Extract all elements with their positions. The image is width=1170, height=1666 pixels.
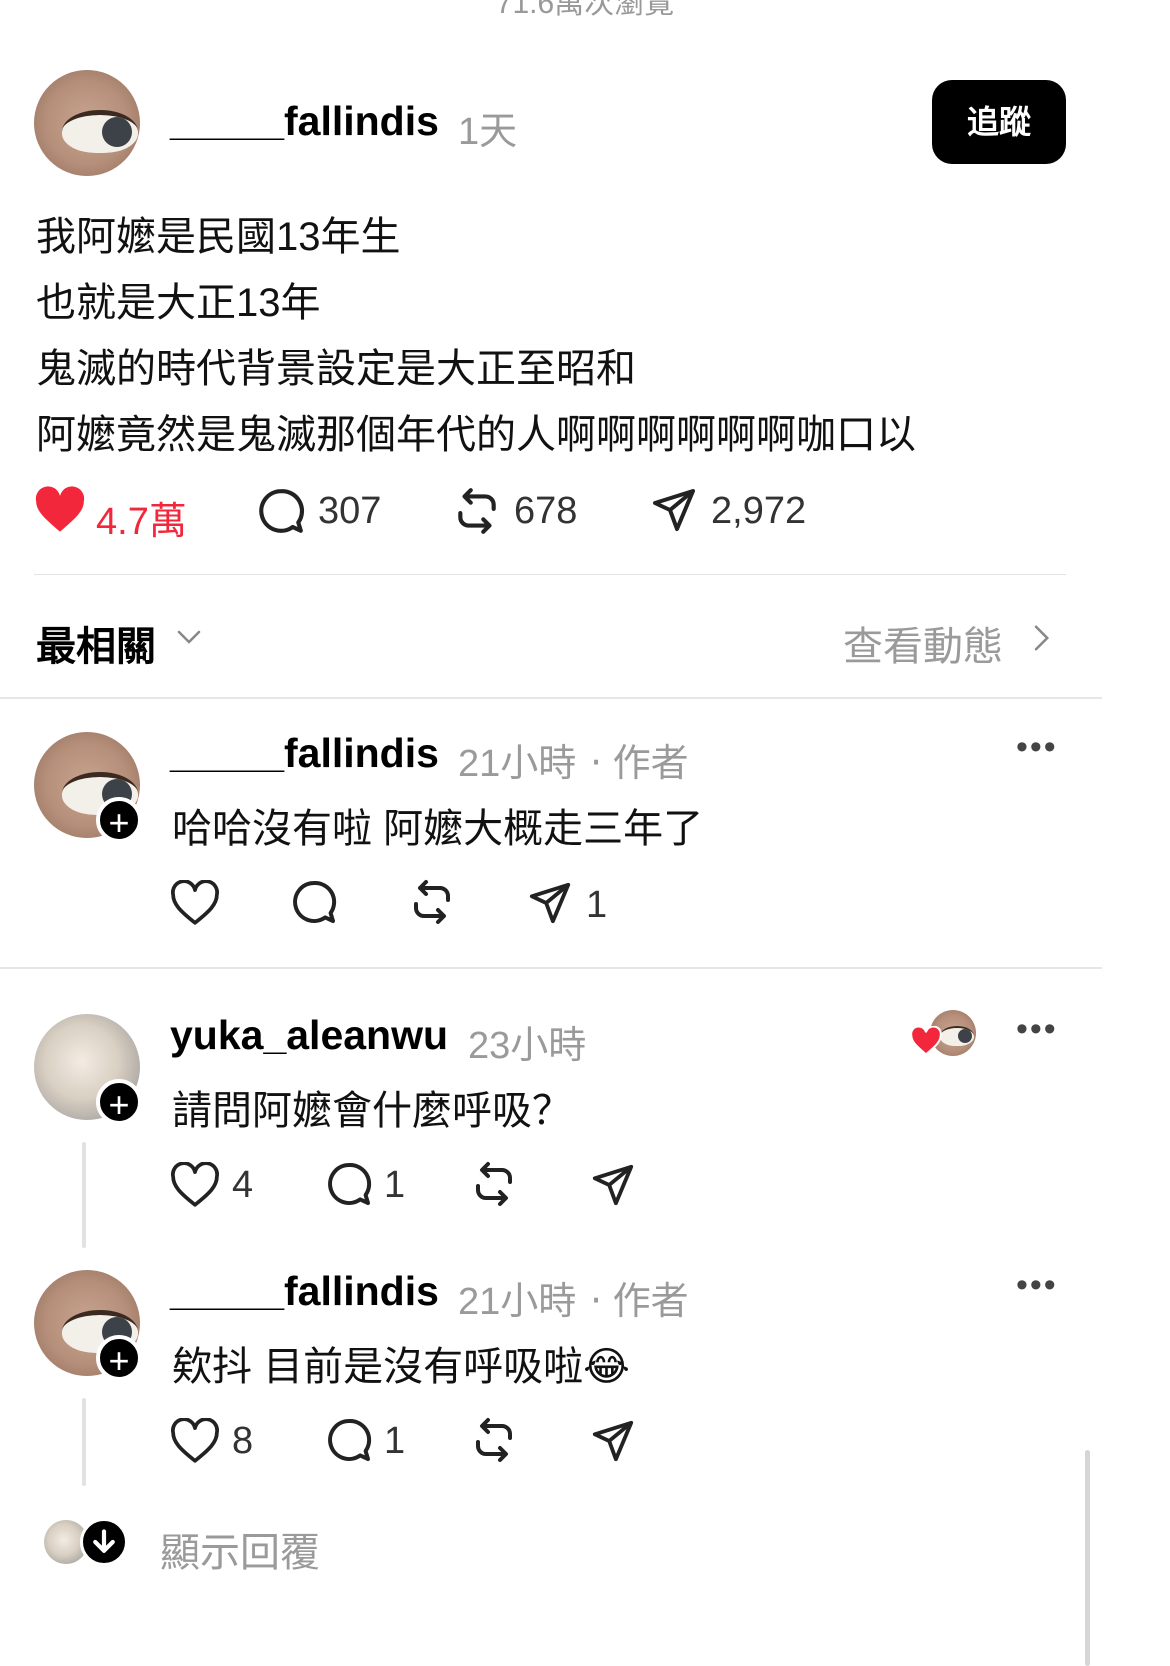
share-count: 1 [586,884,608,926]
comment-count: 307 [318,490,382,532]
reply-username[interactable]: _____fallindis [170,1268,439,1315]
thread-line [82,1142,86,1248]
comment-icon[interactable] [325,1160,373,1208]
reply-text: 請問阿嬤會什麼呼吸？ [172,1089,572,1133]
heart-icon[interactable] [170,880,220,926]
like-count: 4.7萬 [96,501,187,543]
divider [34,574,1066,575]
heart-icon [910,1026,942,1056]
author-avatar[interactable] [34,70,140,176]
share-icon[interactable] [590,1162,636,1208]
view-activity-link[interactable]: 查看動態 [843,614,1003,672]
plus-icon[interactable]: + [96,1335,142,1381]
post-username[interactable]: _____fallindis [170,98,439,145]
post-time: 1天 [458,111,518,153]
heart-icon [34,486,86,534]
post-line-3: 鬼滅的時代背景設定是大正至昭和 [36,347,636,391]
author-tag: ‧ 作者 [590,1281,689,1323]
author-tag: ‧ 作者 [590,743,689,785]
more-icon[interactable]: ••• [1016,1266,1058,1305]
like-count: 4 [232,1164,254,1206]
repost-icon [452,486,502,536]
comment-button[interactable] [256,486,306,536]
reply-text: 欸抖 目前是沒有呼吸啦 [172,1345,584,1389]
plus-icon[interactable]: + [96,1079,142,1125]
more-icon[interactable]: ••• [1016,1010,1058,1049]
repost-button[interactable] [452,486,502,536]
reply-text-row: 欸抖 目前是沒有呼吸啦😂 [172,1334,630,1392]
post-line-4: 阿嬤竟然是鬼滅那個年代的人啊啊啊啊啊啊咖口以 [36,413,916,457]
section-divider [0,697,1102,699]
reply-time: 23小時 [468,1025,587,1067]
comment-icon[interactable] [290,878,338,926]
share-icon [650,486,698,534]
share-button[interactable] [650,486,698,534]
heart-icon[interactable] [170,1418,220,1464]
laughing-emoji: 😂 [583,1345,630,1389]
share-icon[interactable] [590,1418,636,1464]
more-icon[interactable]: ••• [1016,728,1058,767]
repost-icon[interactable] [470,1160,518,1208]
chevron-down-icon[interactable] [174,622,204,652]
reply-time: 21小時 [458,743,577,785]
follow-button[interactable]: 追蹤 [932,80,1066,164]
post-line-2: 也就是大正13年 [36,281,321,325]
show-replies-link[interactable]: 顯示回覆 [160,1520,320,1578]
section-divider [0,967,1102,969]
repost-icon[interactable] [470,1416,518,1464]
chevron-right-icon[interactable] [1026,622,1056,654]
reply-time: 21小時 [458,1281,577,1323]
arrow-down-icon[interactable] [80,1518,128,1566]
post-line-1: 我阿嬤是民國13年生 [36,215,401,259]
repost-count: 678 [514,490,578,532]
scrollbar[interactable] [1085,1450,1090,1666]
like-count: 8 [232,1420,254,1462]
comment-icon [256,486,306,536]
repost-icon[interactable] [408,878,456,926]
thread-line [82,1398,86,1486]
like-button[interactable] [34,486,86,534]
reply-text: 哈哈沒有啦 阿嬤大概走三年了 [172,807,704,851]
share-count: 2,972 [711,490,807,532]
reply-username[interactable]: yuka_aleanwu [170,1012,448,1059]
sort-dropdown[interactable]: 最相關 [36,614,156,672]
comment-count: 1 [384,1164,406,1206]
view-count-text: 71.6萬次瀏覽 [495,0,675,20]
reply-username[interactable]: _____fallindis [170,730,439,777]
plus-icon[interactable]: + [96,797,142,843]
share-icon[interactable] [527,880,573,926]
comment-count: 1 [384,1420,406,1462]
comment-icon[interactable] [325,1416,373,1464]
heart-icon[interactable] [170,1162,220,1208]
